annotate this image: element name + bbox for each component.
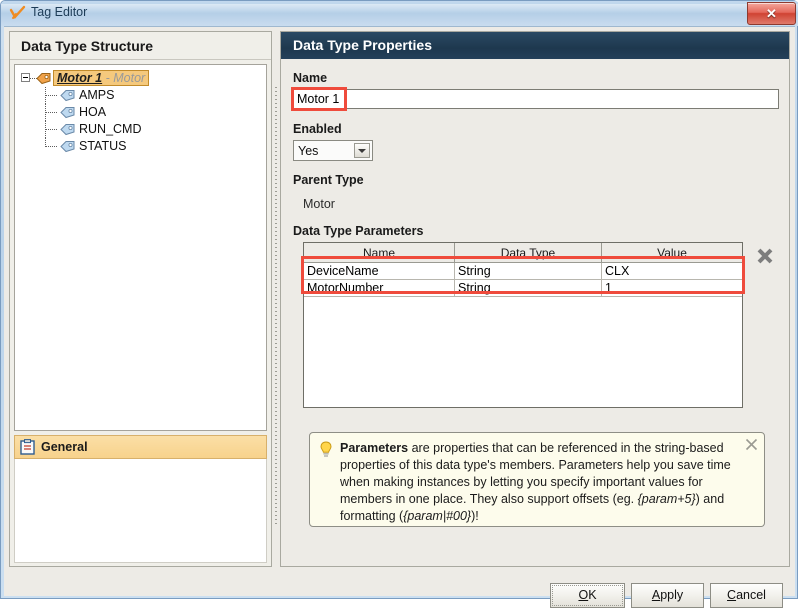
parameters-table-container: Name Data Type Value DeviceName String C…	[303, 242, 743, 408]
column-header-data-type[interactable]: Data Type	[454, 243, 602, 263]
tree-node-amps[interactable]: AMPS	[15, 87, 266, 104]
x-delete-icon	[757, 248, 773, 264]
tree-node-label: HOA	[79, 105, 107, 119]
tree-elbow	[45, 112, 57, 114]
column-header-value[interactable]: Value	[601, 243, 742, 263]
enabled-label: Enabled	[293, 122, 342, 136]
tree-elbow	[45, 146, 57, 148]
data-type-parameters-label: Data Type Parameters	[293, 224, 424, 238]
window-title-bar: Tag Editor ✕	[1, 1, 798, 26]
cell-parameter-value[interactable]: CLX	[601, 262, 742, 280]
enabled-selected-value: Yes	[298, 144, 319, 158]
tree-node-root-selection: Motor 1 - Motor	[53, 70, 150, 86]
delete-parameter-button[interactable]	[751, 242, 779, 270]
tip-text: Parameters are properties that can be re…	[340, 440, 740, 525]
tree-node-hoa[interactable]: HOA	[15, 104, 266, 121]
left-panel-header: Data Type Structure	[10, 32, 271, 60]
close-icon[interactable]	[745, 438, 758, 451]
tree-node-root[interactable]: Motor 1 - Motor	[15, 70, 266, 87]
tree-elbow	[45, 129, 57, 131]
cell-parameter-name[interactable]: MotorNumber	[304, 279, 455, 297]
apply-button[interactable]: Apply	[631, 583, 704, 608]
tree-node-label: AMPS	[79, 88, 115, 102]
blue-tag-icon	[60, 90, 75, 102]
name-label: Name	[293, 71, 328, 85]
right-panel-header: Data Type Properties	[281, 32, 789, 59]
tip-em-1: {param+5}	[637, 492, 696, 506]
chevron-down-icon[interactable]	[354, 143, 370, 158]
cancel-label-pre: C	[727, 588, 737, 602]
orange-tag-icon	[36, 73, 51, 85]
tag-check-icon	[9, 5, 26, 20]
ok-button-inner: OK	[552, 585, 623, 606]
close-window-button[interactable]: ✕	[747, 2, 796, 25]
ok-label-post: K	[588, 588, 597, 602]
tree-elbow	[45, 95, 57, 97]
parameters-tip-box: Parameters are properties that can be re…	[309, 432, 765, 527]
window-title: Tag Editor	[31, 5, 88, 19]
ok-button[interactable]: OK	[550, 583, 625, 608]
tree-expander-icon[interactable]	[21, 73, 30, 82]
table-row[interactable]: MotorNumber String 1	[304, 279, 742, 297]
data-type-tree[interactable]: Motor 1 - Motor AMPS HOA RUN_CMD STATUS	[14, 64, 267, 431]
blue-tag-icon	[60, 141, 75, 153]
apply-label-post: pply	[660, 588, 684, 602]
data-type-structure-panel: Data Type Structure Motor 1 - Motor AMPS…	[9, 31, 272, 567]
tree-node-run-cmd[interactable]: RUN_CMD	[15, 121, 266, 138]
blue-tag-icon	[60, 107, 75, 119]
column-header-name[interactable]: Name	[304, 243, 455, 263]
clipboard-icon	[20, 439, 35, 455]
tip-em-2: {param|#00}	[403, 509, 472, 523]
name-input[interactable]	[293, 89, 779, 109]
table-header-row: Name Data Type Value	[304, 243, 742, 263]
tree-node-status[interactable]: STATUS	[15, 138, 266, 155]
enabled-dropdown[interactable]: Yes	[293, 140, 373, 161]
apply-label-pre: A	[651, 588, 661, 602]
cell-parameter-type[interactable]: String	[454, 262, 602, 280]
tree-node-root-name: Motor 1	[57, 71, 103, 85]
parent-type-value: Motor	[303, 197, 335, 211]
tag-editor-window: Tag Editor ✕ Data Type Structure Motor 1…	[0, 0, 798, 608]
panel-splitter[interactable]	[273, 87, 280, 527]
titlebar-gloss	[1, 4, 798, 13]
tree-node-label: STATUS	[79, 139, 127, 153]
general-tab-body	[14, 459, 267, 563]
close-icon: ✕	[766, 6, 777, 21]
cancel-label-post: ancel	[736, 588, 766, 602]
general-tab[interactable]: General	[14, 435, 267, 459]
parameters-table: Name Data Type Value DeviceName String C…	[304, 243, 742, 297]
table-row[interactable]: DeviceName String CLX	[304, 262, 742, 280]
general-tab-label: General	[41, 440, 88, 454]
lightbulb-icon	[320, 441, 332, 457]
tree-node-label: RUN_CMD	[79, 122, 142, 136]
tree-node-root-suffix: - Motor	[102, 71, 146, 85]
dialog-client-area: Data Type Structure Motor 1 - Motor AMPS…	[4, 26, 795, 608]
tip-lead: Parameters	[340, 441, 409, 455]
cancel-button[interactable]: Cancel	[710, 583, 783, 608]
cell-parameter-name[interactable]: DeviceName	[304, 262, 455, 280]
tip-text-3: )!	[471, 509, 479, 523]
blue-tag-icon	[60, 124, 75, 136]
cell-parameter-type[interactable]: String	[454, 279, 602, 297]
right-panel-title: Data Type Properties	[293, 37, 433, 53]
ok-label-pre: O	[578, 588, 589, 602]
left-panel-title: Data Type Structure	[21, 38, 153, 54]
data-type-properties-panel: Data Type Properties Name Enabled Yes Pa…	[280, 31, 790, 567]
parent-type-label: Parent Type	[293, 173, 364, 187]
cell-parameter-value[interactable]: 1	[601, 279, 742, 297]
